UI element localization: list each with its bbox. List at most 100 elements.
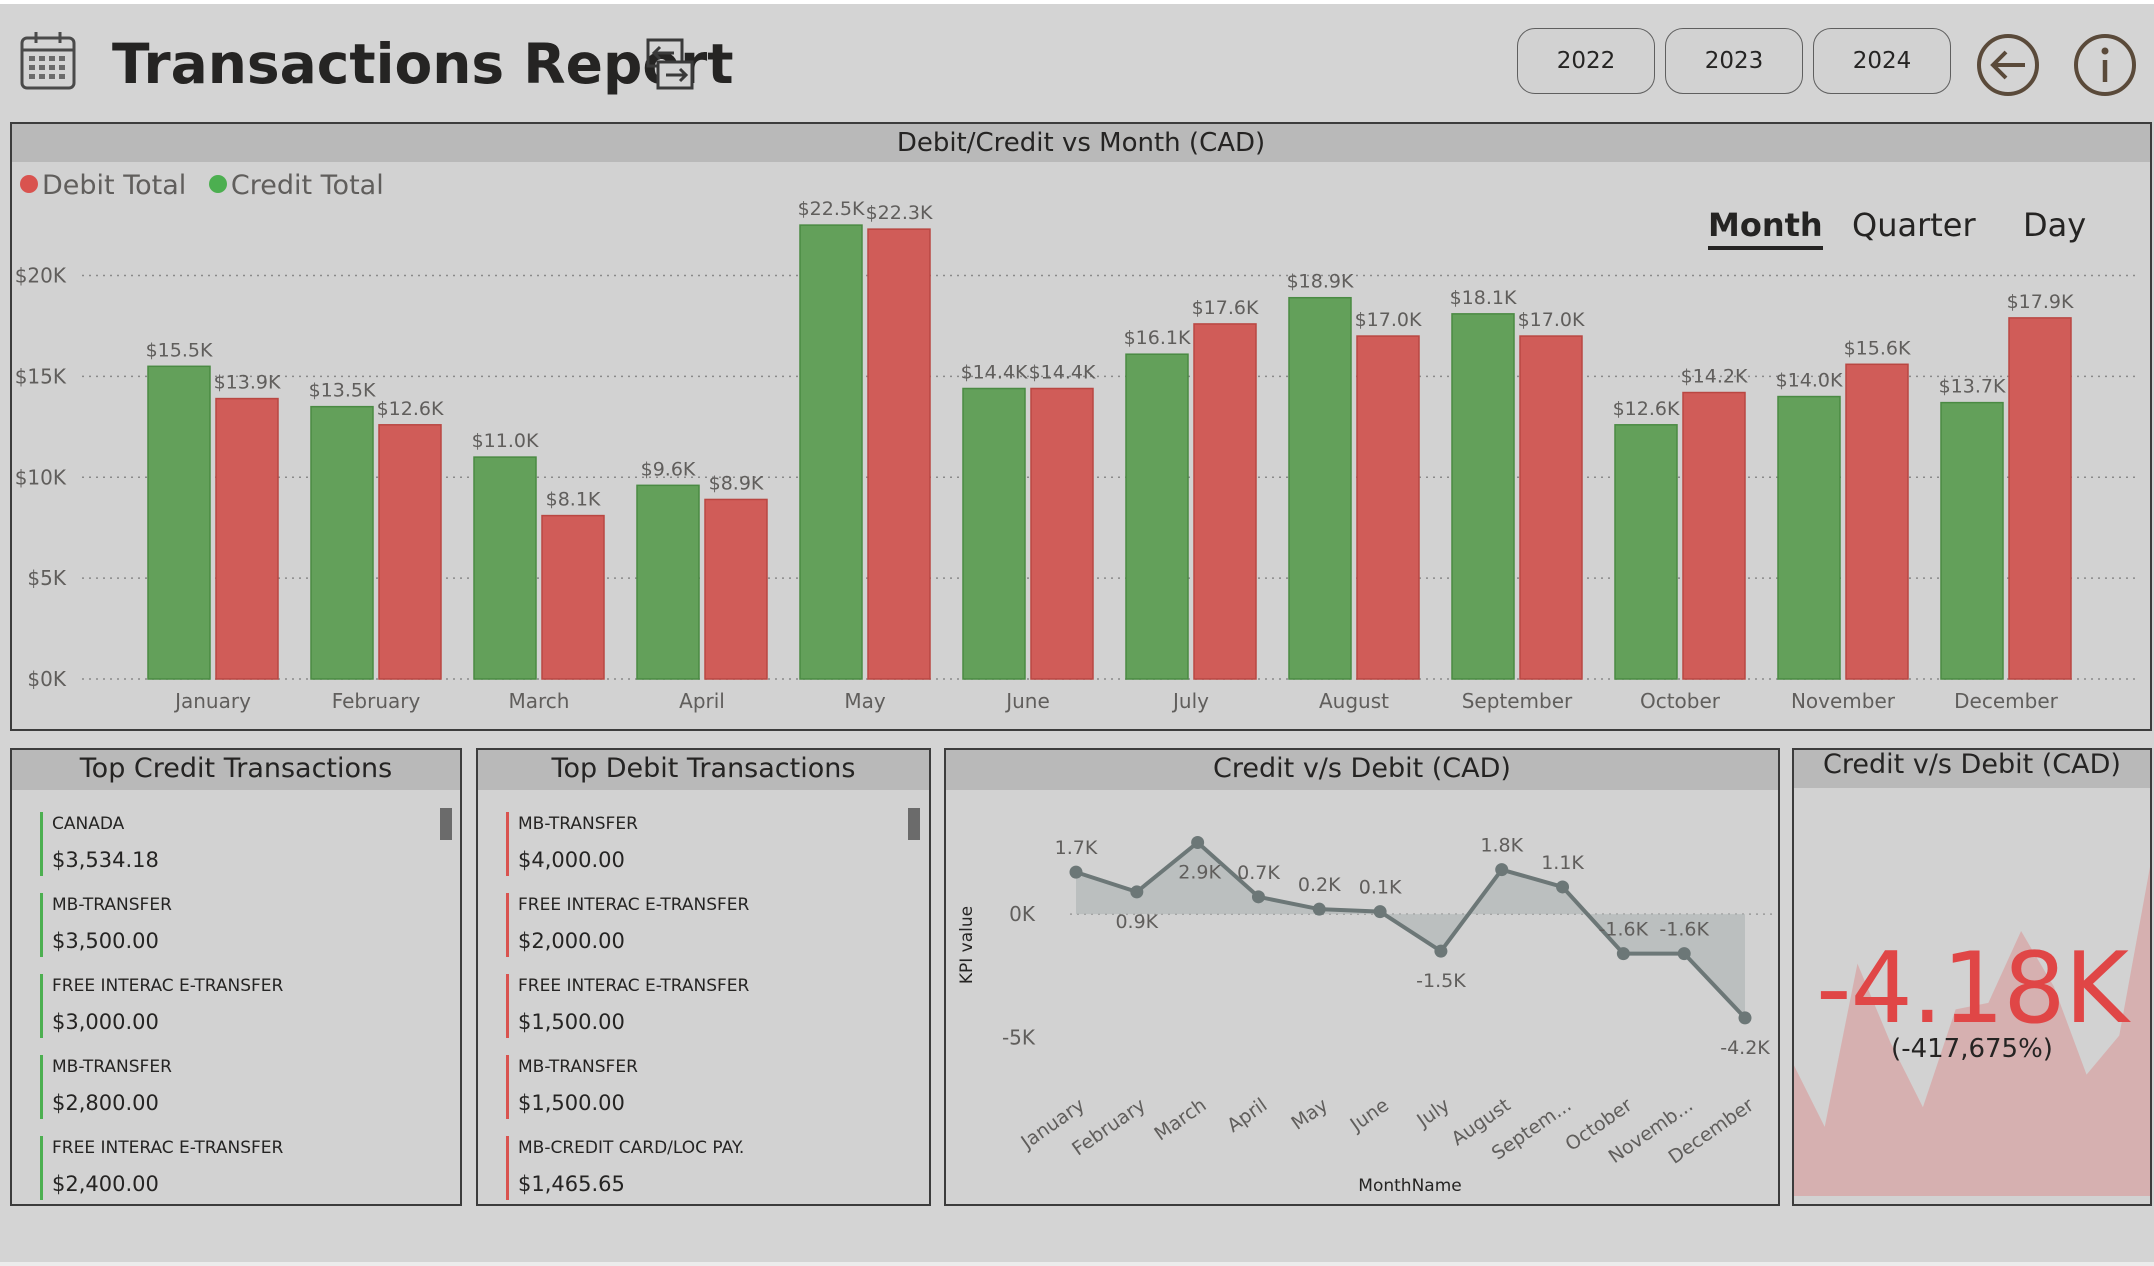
line-chart-title: Credit v/s Debit (CAD) [946,750,1778,790]
credit-bar[interactable] [799,224,863,680]
debit-marker [506,812,509,876]
list-item[interactable]: MB-TRANSFER $2,800.00 [32,1051,460,1132]
debit-bar[interactable] [2008,317,2072,680]
credit-bar[interactable] [1614,424,1678,680]
txn-amount: $1,465.65 [518,1172,625,1196]
list-item[interactable]: MB-TRANSFER $4,000.00 [498,808,929,889]
debit-bar[interactable] [704,498,768,680]
y-tick-label: $15K [15,364,67,388]
bar-data-label: $12.6K [1613,398,1680,420]
credit-marker [40,974,43,1038]
debit-marker [506,974,509,1038]
x-tick-label: July [1171,689,1209,713]
txn-amount: $2,000.00 [518,929,625,953]
txn-amount: $1,500.00 [518,1010,625,1034]
bar-data-label: $15.6K [1844,337,1911,359]
credit-bar[interactable] [962,387,1026,680]
debit-bar[interactable] [541,514,605,680]
bar-data-label: $14.4K [1029,361,1096,383]
txn-amount: $2,800.00 [52,1091,159,1115]
x-tick-label: March [509,689,570,713]
credit-bar[interactable] [1940,401,2004,680]
bar-data-label: $14.0K [1776,370,1843,392]
credit-bar[interactable] [473,456,537,680]
debit-bar[interactable] [1682,391,1746,680]
txn-name: MB-TRANSFER [52,895,172,915]
txn-amount: $1,500.00 [518,1091,625,1115]
bar-data-label: $16.1K [1124,327,1191,349]
credit-marker [40,812,43,876]
credit-bar[interactable] [1288,296,1352,680]
txn-name: FREE INTERAC E-TRANSFER [518,976,750,996]
bottom-strip [0,1262,2154,1266]
txn-name: FREE INTERAC E-TRANSFER [52,976,284,996]
txn-name: MB-TRANSFER [518,1057,638,1077]
bar-data-label: $22.3K [866,202,933,224]
bar-data-label: $15.5K [146,339,213,361]
bar-data-label: $17.9K [2007,291,2074,313]
kpi-value: -4.18K [1816,932,2129,1046]
list-item[interactable]: MB-TRANSFER $1,500.00 [498,1051,929,1132]
debit-marker [506,1055,509,1119]
bar-data-label: $11.0K [472,430,539,452]
txn-name: FREE INTERAC E-TRANSFER [518,895,750,915]
kpi-percent: (-417,675%) [1891,1034,2053,1064]
x-tick-label: November [1791,689,1896,713]
list-item[interactable]: FREE INTERAC E-TRANSFER $2,000.00 [498,889,929,970]
bar-data-label: $14.4K [961,361,1028,383]
y-tick-label: $20K [15,264,67,288]
bar-data-label: $8.9K [709,472,764,494]
bar-data-label: $22.5K [798,198,865,220]
credit-bar[interactable] [636,484,700,680]
debit-bar[interactable] [1845,363,1909,680]
bar-chart: $0K $5K $10K $15K $20K $15.5K$13.9K January $13… [15,198,2140,713]
x-tick-label: September [1462,689,1573,713]
bar-data-label: $13.7K [1939,376,2006,398]
debit-bar[interactable] [867,228,931,680]
list-item[interactable]: FREE INTERAC E-TRANSFER $3,000.00 [32,970,460,1051]
x-tick-label: April [679,689,725,713]
top-credit-panel: Top Credit Transactions CANADA $3,534.18… [10,748,462,1206]
top-credit-title: Top Credit Transactions [12,750,460,790]
list-item[interactable]: MB-CREDIT CARD/LOC PAY. $1,465.65 [498,1132,929,1213]
txn-name: MB-TRANSFER [518,814,638,834]
debit-bar[interactable] [1193,323,1257,680]
credit-bar[interactable] [1125,353,1189,680]
top-debit-title: Top Debit Transactions [478,750,929,790]
debit-marker [506,1136,509,1200]
debit-marker [506,893,509,957]
debit-bar[interactable] [1356,335,1420,680]
list-item[interactable]: MB-TRANSFER $3,500.00 [32,889,460,970]
top-credit-list: CANADA $3,534.18 MB-TRANSFER $3,500.00 F… [32,808,460,1213]
debit-bar[interactable] [215,397,279,680]
credit-bar[interactable] [1451,313,1515,680]
bar-data-label: $17.0K [1355,309,1422,331]
txn-amount: $4,000.00 [518,848,625,872]
credit-vs-debit-line-panel: Credit v/s Debit (CAD) [944,748,1780,1206]
list-item[interactable]: FREE INTERAC E-TRANSFER $1,500.00 [498,970,929,1051]
bar-data-label: $8.1K [546,489,601,511]
debit-bar[interactable] [1030,387,1094,680]
credit-bar[interactable] [1777,395,1841,680]
credit-marker [40,893,43,957]
x-tick-label: August [1319,689,1389,713]
bar-data-label: $18.9K [1287,271,1354,293]
bar-data-label: $13.5K [309,380,376,402]
debit-bar[interactable] [378,424,442,680]
txn-name: MB-CREDIT CARD/LOC PAY. [518,1138,745,1158]
bar-data-label: $17.0K [1518,309,1585,331]
bar-data-label: $14.2K [1681,366,1748,388]
credit-bar[interactable] [147,365,211,680]
top-debit-panel: Top Debit Transactions MB-TRANSFER $4,00… [476,748,931,1206]
list-item[interactable]: FREE INTERAC E-TRANSFER $2,400.00 [32,1132,460,1213]
x-tick-label: May [844,689,886,713]
txn-name: MB-TRANSFER [52,1057,172,1077]
bar-data-label: $9.6K [641,458,696,480]
debit-bar[interactable] [1519,335,1583,680]
x-tick-label: February [332,689,421,713]
y-tick-label: $0K [27,667,66,691]
txn-amount: $3,500.00 [52,929,159,953]
credit-bar[interactable] [310,405,374,680]
x-tick-label: June [1004,689,1050,713]
list-item[interactable]: CANADA $3,534.18 [32,808,460,889]
